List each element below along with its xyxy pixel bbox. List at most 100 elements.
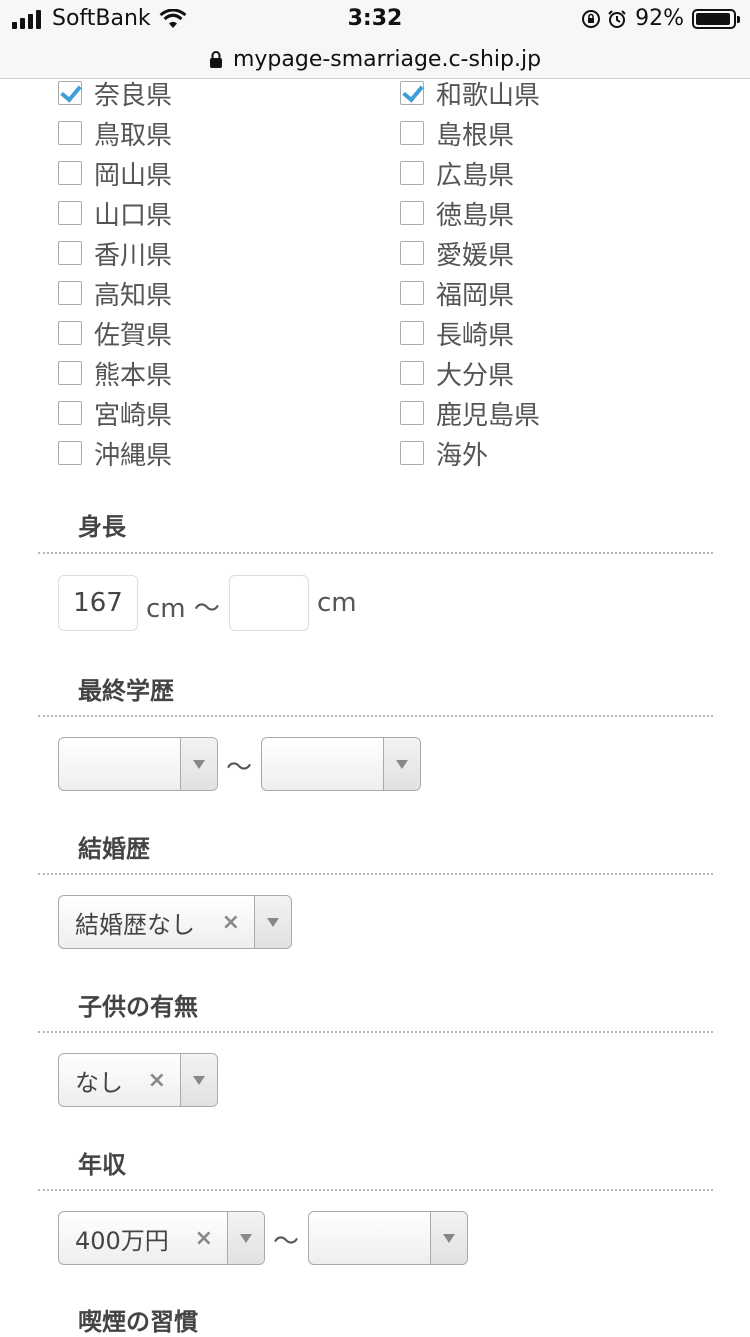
- height-min-input[interactable]: 167: [58, 575, 138, 631]
- checkbox[interactable]: [58, 241, 82, 265]
- status-right: 92%: [575, 6, 740, 31]
- pref-label: 福岡県: [436, 280, 515, 311]
- clear-icon[interactable]: ×: [195, 1226, 213, 1251]
- pref-item[interactable]: 沖縄県: [58, 433, 172, 473]
- range-separator: 〜: [273, 1227, 300, 1257]
- divider: [38, 552, 713, 554]
- checkbox[interactable]: [58, 161, 82, 185]
- range-separator: 〜: [226, 753, 253, 783]
- pref-item[interactable]: 大分県: [400, 353, 514, 393]
- battery-percent: 92%: [635, 6, 684, 31]
- checkbox[interactable]: [400, 81, 424, 105]
- pref-label: 沖縄県: [94, 440, 173, 471]
- pref-item[interactable]: 山口県: [58, 193, 172, 233]
- dropdown-arrow-icon[interactable]: [180, 1054, 217, 1106]
- section-title-income: 年収: [78, 1151, 126, 1179]
- height-max-input[interactable]: [229, 575, 309, 631]
- education-min-select[interactable]: [58, 737, 218, 791]
- pref-item[interactable]: 福岡県: [400, 273, 514, 313]
- education-max-select[interactable]: [261, 737, 421, 791]
- pref-item[interactable]: 高知県: [58, 273, 172, 313]
- height-max-unit: cm: [317, 588, 357, 618]
- children-select[interactable]: なし ×: [58, 1053, 218, 1107]
- pref-item[interactable]: 奈良県: [58, 73, 172, 113]
- income-max-select[interactable]: [308, 1211, 468, 1265]
- pref-item[interactable]: 香川県: [58, 233, 172, 273]
- marriage-history-select[interactable]: 結婚歴なし ×: [58, 895, 292, 949]
- dropdown-arrow-icon[interactable]: [227, 1212, 264, 1264]
- pref-label: 大分県: [436, 360, 515, 391]
- checkbox[interactable]: [58, 201, 82, 225]
- pref-label: 海外: [436, 440, 489, 471]
- pref-label: 山口県: [94, 200, 173, 231]
- pref-item[interactable]: 島根県: [400, 113, 514, 153]
- pref-label: 宮崎県: [94, 400, 173, 431]
- pref-label: 岡山県: [94, 160, 173, 191]
- checkbox[interactable]: [400, 401, 424, 425]
- checkbox[interactable]: [58, 121, 82, 145]
- checkbox[interactable]: [400, 121, 424, 145]
- clear-icon[interactable]: ×: [222, 910, 240, 935]
- checkbox[interactable]: [58, 361, 82, 385]
- pref-item[interactable]: 熊本県: [58, 353, 172, 393]
- checkbox[interactable]: [58, 401, 82, 425]
- lock-icon: [209, 51, 222, 68]
- pref-item[interactable]: 和歌山県: [400, 73, 540, 113]
- select-value: なし: [75, 1068, 123, 1097]
- income-min-select[interactable]: 400万円 ×: [58, 1211, 265, 1265]
- pref-item[interactable]: 岡山県: [58, 153, 172, 193]
- pref-label: 広島県: [436, 160, 515, 191]
- checkbox[interactable]: [58, 441, 82, 465]
- pref-item[interactable]: 佐賀県: [58, 313, 172, 353]
- pref-label: 香川県: [94, 240, 173, 271]
- pref-item[interactable]: 海外: [400, 433, 488, 473]
- battery-icon: [692, 8, 740, 29]
- dropdown-arrow-icon[interactable]: [383, 738, 420, 790]
- pref-item[interactable]: 長崎県: [400, 313, 514, 353]
- height-min-unit: cm 〜: [146, 594, 220, 624]
- pref-label: 高知県: [94, 280, 173, 311]
- status-bar: SoftBank 3:32 92%: [0, 0, 750, 40]
- section-title-children: 子供の有無: [78, 993, 198, 1021]
- pref-label: 奈良県: [94, 80, 173, 111]
- pref-item[interactable]: 愛媛県: [400, 233, 514, 273]
- section-title-education: 最終学歴: [78, 677, 174, 705]
- pref-item[interactable]: 宮崎県: [58, 393, 172, 433]
- checkbox[interactable]: [400, 281, 424, 305]
- pref-label: 和歌山県: [436, 80, 541, 111]
- pref-label: 徳島県: [436, 200, 515, 231]
- section-title-smoking: 喫煙の習慣: [78, 1308, 198, 1336]
- checkbox[interactable]: [400, 361, 424, 385]
- checkbox[interactable]: [400, 201, 424, 225]
- checkbox[interactable]: [58, 81, 82, 105]
- pref-label: 佐賀県: [94, 320, 173, 351]
- pref-item[interactable]: 鳥取県: [58, 113, 172, 153]
- pref-item[interactable]: 鹿児島県: [400, 393, 540, 433]
- checkbox[interactable]: [400, 441, 424, 465]
- select-value: 400万円: [75, 1226, 169, 1255]
- checkbox[interactable]: [400, 161, 424, 185]
- dropdown-arrow-icon[interactable]: [180, 738, 217, 790]
- pref-label: 長崎県: [436, 320, 515, 351]
- divider: [38, 873, 713, 875]
- url-text: mypage-smarriage.c-ship.jp: [232, 46, 542, 72]
- divider: [38, 715, 713, 717]
- divider: [38, 1031, 713, 1033]
- checkbox[interactable]: [58, 281, 82, 305]
- pref-label: 鹿児島県: [436, 400, 541, 431]
- orientation-lock-icon: [582, 9, 601, 28]
- dropdown-arrow-icon[interactable]: [430, 1212, 467, 1264]
- alarm-icon: [608, 9, 626, 28]
- section-title-marriage-history: 結婚歴: [78, 835, 150, 863]
- select-value: 結婚歴なし: [75, 910, 195, 939]
- checkbox[interactable]: [58, 321, 82, 345]
- checkbox[interactable]: [400, 321, 424, 345]
- pref-item[interactable]: 広島県: [400, 153, 514, 193]
- pref-label: 愛媛県: [436, 240, 515, 271]
- pref-item[interactable]: 徳島県: [400, 193, 514, 233]
- clear-icon[interactable]: ×: [148, 1068, 166, 1093]
- dropdown-arrow-icon[interactable]: [254, 896, 291, 948]
- pref-label: 鳥取県: [94, 120, 173, 151]
- divider: [38, 1189, 713, 1191]
- checkbox[interactable]: [400, 241, 424, 265]
